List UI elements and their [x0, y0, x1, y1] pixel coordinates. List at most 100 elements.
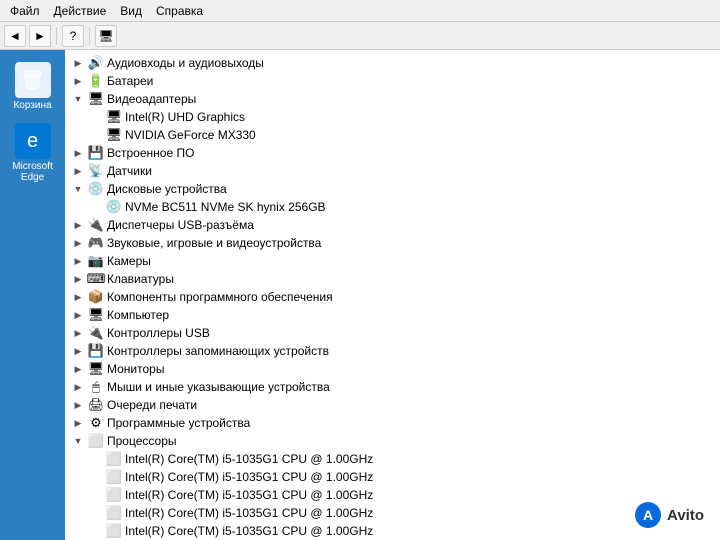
- tree-item[interactable]: ▼💿Дисковые устройства: [65, 180, 720, 198]
- tree-item[interactable]: ▶📦Компоненты программного обеспечения: [65, 288, 720, 306]
- device-icon: 🖥: [88, 361, 104, 377]
- expand-icon[interactable]: ▶: [71, 362, 85, 376]
- tree-item[interactable]: ▶🔊Аудиовходы и аудиовыходы: [65, 54, 720, 72]
- device-label: Мониторы: [107, 362, 164, 376]
- forward-button[interactable]: ►: [29, 25, 51, 47]
- menu-file[interactable]: Файл: [4, 2, 46, 20]
- expand-icon[interactable]: ▶: [71, 164, 85, 178]
- toolbar: ◄ ► ? 🖥: [0, 22, 720, 50]
- tree-item[interactable]: ▶📡Датчики: [65, 162, 720, 180]
- device-icon: ⬜: [106, 505, 122, 521]
- device-label: Датчики: [107, 164, 152, 178]
- device-icon: 🖨: [88, 397, 104, 413]
- expand-icon[interactable]: ▶: [71, 326, 85, 340]
- tree-item[interactable]: ▶🎮Звуковые, игровые и видеоустройства: [65, 234, 720, 252]
- expand-icon[interactable]: ▶: [71, 344, 85, 358]
- avito-watermark: A Avito: [627, 498, 712, 532]
- main-area: 🗑 Корзина e Microsoft Edge ▶🔊Аудиовходы …: [0, 50, 720, 540]
- tree-item[interactable]: ▶📷Камеры: [65, 252, 720, 270]
- tree-item[interactable]: ▼⬜Процессоры: [65, 432, 720, 450]
- sidebar-recycle-bin[interactable]: 🗑 Корзина: [5, 58, 61, 115]
- device-icon: 💿: [88, 181, 104, 197]
- expand-icon: [89, 128, 103, 142]
- expand-icon[interactable]: ▼: [71, 92, 85, 106]
- tree-item[interactable]: ▶🖨Очереди печати: [65, 396, 720, 414]
- recycle-label: Корзина: [13, 100, 51, 111]
- tree-item[interactable]: 🖥NVIDIA GeForce MX330: [65, 126, 720, 144]
- device-label: Программные устройства: [107, 416, 250, 430]
- menu-help[interactable]: Справка: [150, 2, 209, 20]
- device-label: Процессоры: [107, 434, 177, 448]
- expand-icon: [89, 506, 103, 520]
- tree-item[interactable]: ▶🔌Диспетчеры USB-разъёма: [65, 216, 720, 234]
- expand-icon[interactable]: ▶: [71, 74, 85, 88]
- expand-icon[interactable]: ▶: [71, 254, 85, 268]
- monitor-button[interactable]: 🖥: [95, 25, 117, 47]
- tree-item[interactable]: ▶🖥Мониторы: [65, 360, 720, 378]
- device-label: Контроллеры запоминающих устройств: [107, 344, 329, 358]
- menu-action[interactable]: Действие: [48, 2, 113, 20]
- expand-icon[interactable]: ▶: [71, 56, 85, 70]
- expand-icon: [89, 488, 103, 502]
- expand-icon[interactable]: ▶: [71, 308, 85, 322]
- recycle-icon: 🗑: [15, 62, 51, 98]
- tree-item[interactable]: ⬜Intel(R) Core(TM) i5-1035G1 CPU @ 1.00G…: [65, 450, 720, 468]
- expand-icon[interactable]: ▶: [71, 398, 85, 412]
- device-label: NVIDIA GeForce MX330: [125, 128, 256, 142]
- expand-icon[interactable]: ▶: [71, 272, 85, 286]
- avito-logo: A: [635, 502, 661, 528]
- device-label: Аудиовходы и аудиовыходы: [107, 56, 264, 70]
- tree-item[interactable]: ▶💾Контроллеры запоминающих устройств: [65, 342, 720, 360]
- device-label: Контроллеры USB: [107, 326, 210, 340]
- expand-icon: [89, 110, 103, 124]
- device-icon: 🖥: [106, 127, 122, 143]
- expand-icon[interactable]: ▶: [71, 380, 85, 394]
- tree-item[interactable]: ▶🖱Мыши и иные указывающие устройства: [65, 378, 720, 396]
- expand-icon[interactable]: ▶: [71, 290, 85, 304]
- separator-2: [89, 27, 90, 45]
- tree-item[interactable]: ▶🔋Батареи: [65, 72, 720, 90]
- tree-item[interactable]: ▶🔌Контроллеры USB: [65, 324, 720, 342]
- tree-item[interactable]: ▶⚙Программные устройства: [65, 414, 720, 432]
- tree-item[interactable]: ▶💾Встроенное ПО: [65, 144, 720, 162]
- back-button[interactable]: ◄: [4, 25, 26, 47]
- device-label: Встроенное ПО: [107, 146, 194, 160]
- device-icon: 📡: [88, 163, 104, 179]
- device-icon: 🖥: [106, 109, 122, 125]
- tree-item[interactable]: ⬜Intel(R) Core(TM) i5-1035G1 CPU @ 1.00G…: [65, 522, 720, 540]
- tree-item[interactable]: ⬜Intel(R) Core(TM) i5-1035G1 CPU @ 1.00G…: [65, 486, 720, 504]
- expand-icon[interactable]: ▶: [71, 416, 85, 430]
- device-label: Мыши и иные указывающие устройства: [107, 380, 330, 394]
- device-icon: 🔊: [88, 55, 104, 71]
- device-manager-tree[interactable]: ▶🔊Аудиовходы и аудиовыходы▶🔋Батареи▼🖥Вид…: [65, 50, 720, 540]
- device-icon: 🖱: [88, 379, 104, 395]
- device-icon: 🎮: [88, 235, 104, 251]
- expand-icon[interactable]: ▶: [71, 236, 85, 250]
- tree-item[interactable]: ▶🖥Компьютер: [65, 306, 720, 324]
- expand-icon[interactable]: ▼: [71, 182, 85, 196]
- expand-icon[interactable]: ▼: [71, 434, 85, 448]
- sidebar: 🗑 Корзина e Microsoft Edge: [0, 50, 65, 540]
- device-icon: ⬜: [88, 433, 104, 449]
- device-label: Intel(R) Core(TM) i5-1035G1 CPU @ 1.00GH…: [125, 470, 373, 484]
- device-icon: ⬜: [106, 469, 122, 485]
- expand-icon: [89, 470, 103, 484]
- expand-icon[interactable]: ▶: [71, 218, 85, 232]
- tree-item[interactable]: ▼🖥Видеоадаптеры: [65, 90, 720, 108]
- tree-item[interactable]: ⬜Intel(R) Core(TM) i5-1035G1 CPU @ 1.00G…: [65, 468, 720, 486]
- help-button[interactable]: ?: [62, 25, 84, 47]
- device-label: Intel(R) Core(TM) i5-1035G1 CPU @ 1.00GH…: [125, 524, 373, 538]
- tree-item[interactable]: 🖥Intel(R) UHD Graphics: [65, 108, 720, 126]
- tree-item[interactable]: 💿NVMe BC511 NVMe SK hynix 256GB: [65, 198, 720, 216]
- tree-item[interactable]: ▶⌨Клавиатуры: [65, 270, 720, 288]
- device-label: Intel(R) Core(TM) i5-1035G1 CPU @ 1.00GH…: [125, 506, 373, 520]
- tree-item[interactable]: ⬜Intel(R) Core(TM) i5-1035G1 CPU @ 1.00G…: [65, 504, 720, 522]
- menu-view[interactable]: Вид: [114, 2, 148, 20]
- device-label: Звуковые, игровые и видеоустройства: [107, 236, 321, 250]
- device-icon: ⬜: [106, 487, 122, 503]
- device-label: Видеоадаптеры: [107, 92, 196, 106]
- expand-icon[interactable]: ▶: [71, 146, 85, 160]
- expand-icon: [89, 452, 103, 466]
- sidebar-edge[interactable]: e Microsoft Edge: [5, 119, 61, 187]
- device-icon: 🔌: [88, 325, 104, 341]
